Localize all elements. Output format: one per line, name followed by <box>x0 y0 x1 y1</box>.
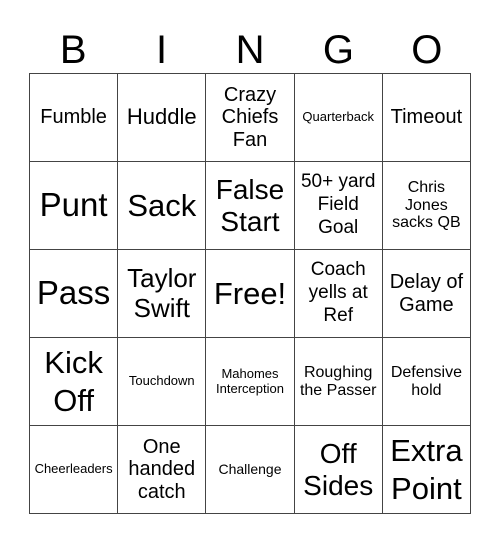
bingo-cell-free[interactable]: Free! <box>206 250 295 338</box>
bingo-cell[interactable]: One handed catch <box>118 426 207 514</box>
bingo-cell[interactable]: Fumble <box>30 74 119 162</box>
bingo-cell[interactable]: Extra Point <box>382 426 471 514</box>
bingo-cell[interactable]: False Start <box>206 162 295 250</box>
bingo-cell[interactable]: Coach yells at Ref <box>294 250 383 338</box>
header-letter-n: N <box>235 28 265 72</box>
bingo-cell[interactable]: Touchdown <box>118 338 207 426</box>
bingo-cell[interactable]: Challenge <box>206 426 295 514</box>
bingo-cell[interactable]: Punt <box>30 162 119 250</box>
bingo-cell[interactable]: Delay of Game <box>382 250 471 338</box>
bingo-cell[interactable]: Quarterback <box>294 74 383 162</box>
bingo-cell[interactable]: Taylor Swift <box>118 250 207 338</box>
bingo-cell[interactable]: Roughing the Passer <box>294 338 383 426</box>
bingo-header: B I N G O <box>29 26 471 74</box>
bingo-cell[interactable]: Kick Off <box>30 338 119 426</box>
header-letter-i: I <box>156 28 168 72</box>
header-letter-o: O <box>411 28 443 72</box>
bingo-cell[interactable]: Chris Jones sacks QB <box>382 162 471 250</box>
bingo-cell[interactable]: Cheerleaders <box>30 426 119 514</box>
bingo-grid: Fumble Huddle Crazy Chiefs Fan Quarterba… <box>29 73 471 514</box>
bingo-cell[interactable]: 50+ yard Field Goal <box>294 162 383 250</box>
header-letter-g: G <box>322 28 354 72</box>
bingo-cell[interactable]: Sack <box>118 162 207 250</box>
bingo-cell[interactable]: Crazy Chiefs Fan <box>206 74 295 162</box>
bingo-cell[interactable]: Off Sides <box>294 426 383 514</box>
bingo-cell[interactable]: Defensive hold <box>382 338 471 426</box>
header-letter-b: B <box>59 28 87 72</box>
bingo-cell[interactable]: Mahomes Interception <box>206 338 295 426</box>
bingo-cell[interactable]: Pass <box>30 250 119 338</box>
bingo-cell[interactable]: Huddle <box>118 74 207 162</box>
bingo-cell[interactable]: Timeout <box>382 74 471 162</box>
